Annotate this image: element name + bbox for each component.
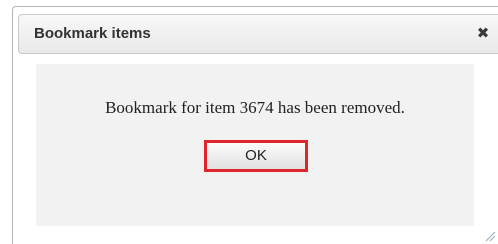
close-icon[interactable]: ✖ xyxy=(475,23,491,43)
resize-grip-icon[interactable] xyxy=(484,230,496,242)
dialog-title: Bookmark items xyxy=(34,25,151,42)
ok-button[interactable]: OK xyxy=(204,140,308,172)
dialog-titlebar[interactable]: Bookmark items ✖ xyxy=(18,14,498,54)
dialog-content: Bookmark for item 3674 has been removed.… xyxy=(36,64,474,226)
dialog-message: Bookmark for item 3674 has been removed. xyxy=(105,98,405,117)
bookmark-dialog: Bookmark items ✖ Bookmark for item 3674 … xyxy=(12,6,498,244)
